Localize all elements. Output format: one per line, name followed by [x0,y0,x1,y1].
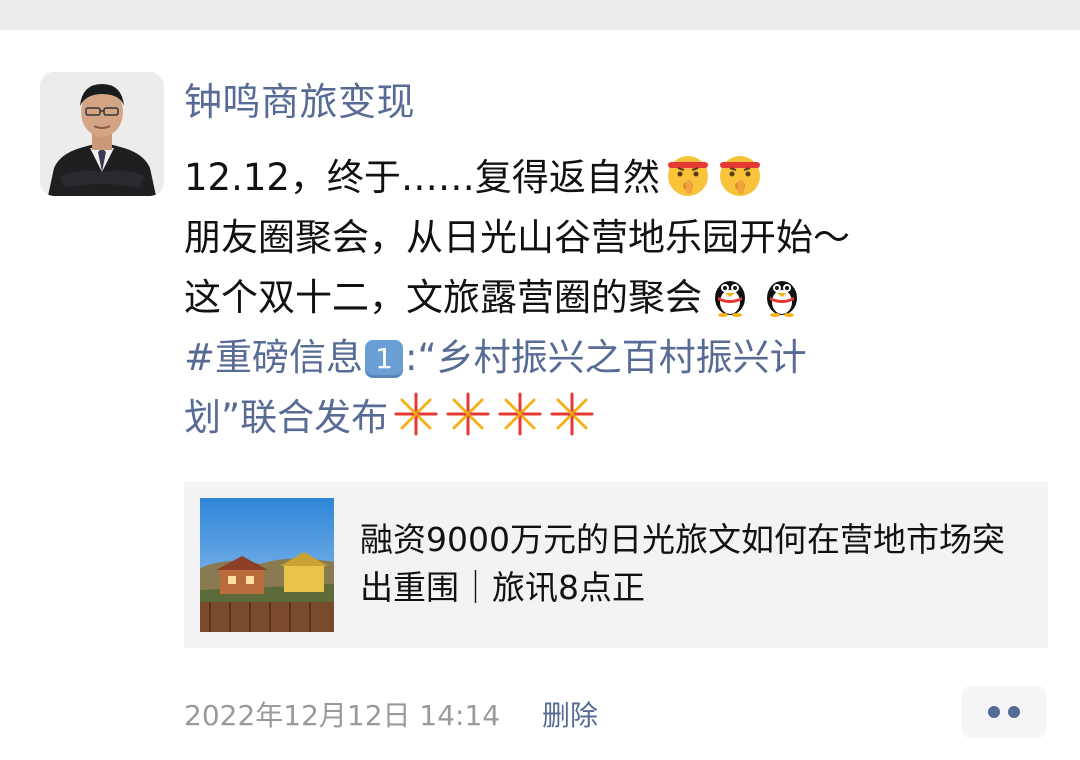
hashtag-link-continued[interactable]: :“乡村振兴之百村振兴计 [405,336,807,379]
shushing-face-icon [719,156,760,196]
post-line-4: #重磅信息 1:“乡村振兴之百村振兴计 [184,328,1024,388]
post-timestamp: 2022年12月12日 14:14 [184,699,501,732]
firework-icon [394,392,438,436]
post-line-1: 12.12，终于……复得返自然 [184,148,1024,208]
post-author-name[interactable]: 钟鸣商旅变现 [184,76,415,128]
keycap-one-icon: 1 [365,340,404,378]
post-line-3: 这个双十二，文旅露营圈的聚会 [184,268,1024,328]
shushing-face-icon [667,156,708,196]
delete-link[interactable]: 删除 [542,696,598,736]
article-title: 融资9000万元的日光旅文如何在营地市场突出重围｜旅讯8点正 [360,520,1005,607]
penguin-icon [715,281,745,317]
post-line-2: 朋友圈聚会，从日光山谷营地乐园开始～ [184,216,850,259]
penguin-icon [767,281,797,317]
hashtag-link[interactable]: #重磅信息 [184,336,363,379]
shared-article-card[interactable]: 融资9000万元的日光旅文如何在营地市场突出重围｜旅讯8点正 [184,482,1048,648]
firework-icon [498,392,542,436]
top-strip [0,0,1080,30]
more-dots-icon [1008,706,1020,718]
camp-thumbnail-image [200,498,334,632]
article-thumbnail [200,498,334,632]
avatar[interactable] [40,72,164,196]
post-line-3-text: 这个双十二，文旅露营圈的聚会 [184,276,702,319]
firework-icon [446,392,490,436]
post-line-1-text: 12.12，终于……复得返自然 [184,156,660,199]
post-text: 12.12，终于……复得返自然 朋友圈聚会，从日光山谷营地乐园开始～ 这个双十二… [184,148,1024,448]
hashtag-link-end[interactable]: 划”联合发布 [184,396,388,439]
post-line-5: 划”联合发布 [184,388,1024,448]
more-dots-icon [988,706,1000,718]
more-actions-button[interactable] [962,686,1046,738]
firework-icon [550,392,594,436]
avatar-photo [40,72,164,196]
